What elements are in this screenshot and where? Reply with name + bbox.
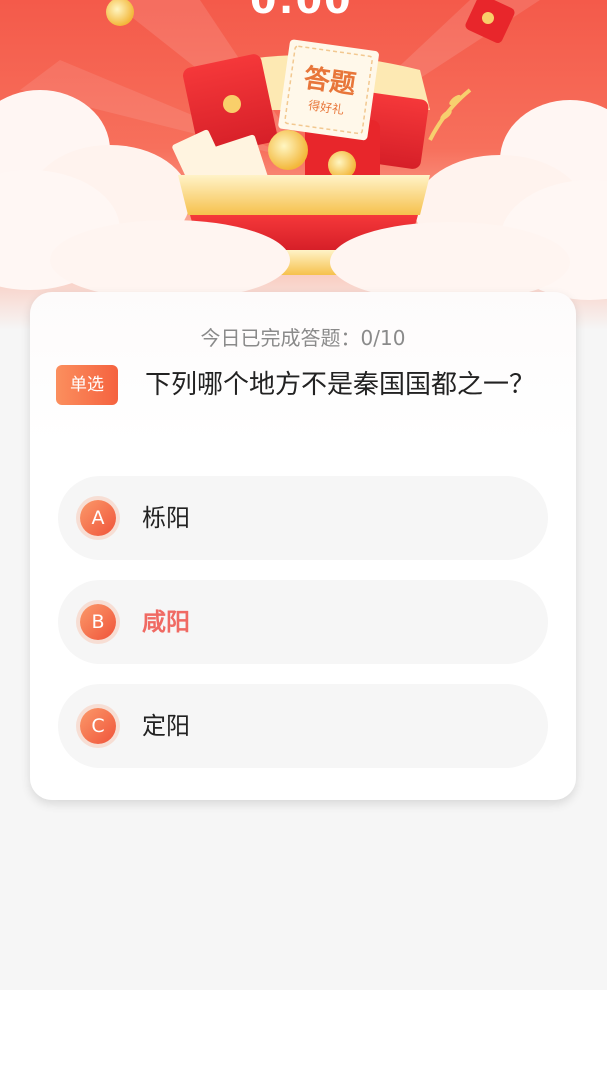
option-a[interactable]: A 栎阳 <box>58 476 548 560</box>
question-text: 下列哪个地方不是秦国国都之一？ <box>145 370 536 400</box>
question-type-tag: 单选 <box>56 365 118 405</box>
option-c-letter: C <box>80 708 116 744</box>
reward-banner: 答题 得好礼 0:00 <box>0 0 607 330</box>
option-a-letter: A <box>80 500 116 536</box>
option-a-label: 栎阳 <box>142 504 190 532</box>
option-b-letter: B <box>80 604 116 640</box>
option-b-label: 咸阳 <box>142 608 190 636</box>
quiz-card: 今日已完成答题：0/10 单选 下列哪个地方不是秦国国都之一？ A 栎阳 B 咸… <box>30 292 576 800</box>
option-c-label: 定阳 <box>142 712 190 740</box>
daily-progress-text: 今日已完成答题：0/10 <box>200 326 406 350</box>
option-c[interactable]: C 定阳 <box>58 684 548 768</box>
countdown-timer: 0:00 <box>250 0 353 22</box>
option-b[interactable]: B 咸阳 <box>58 580 548 664</box>
gift-box-illustration: 答题 得好礼 <box>0 0 607 302</box>
